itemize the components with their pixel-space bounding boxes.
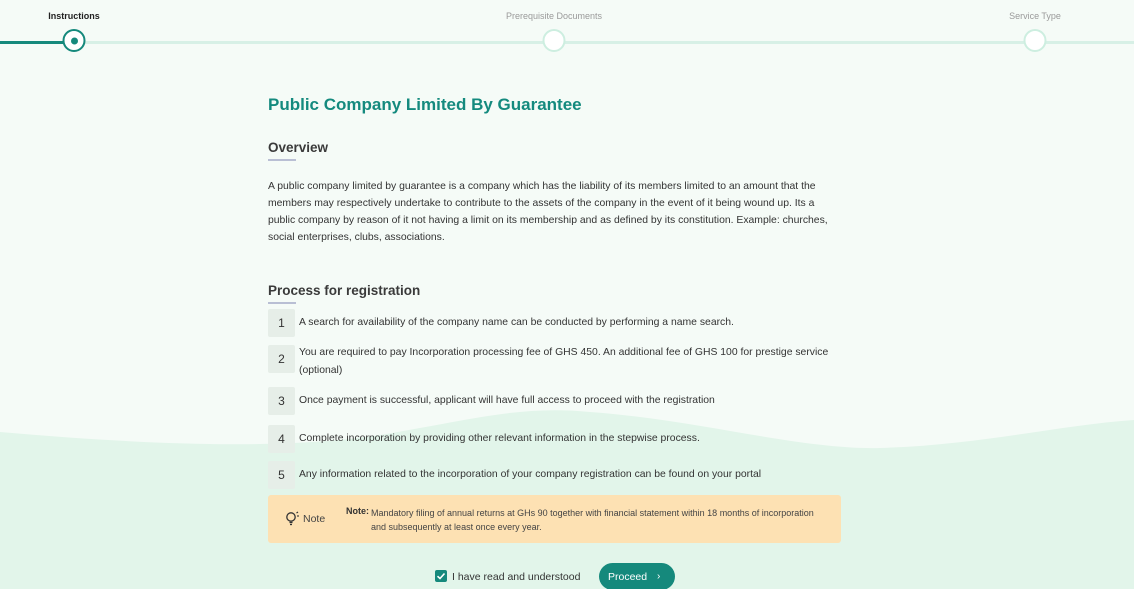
page-title: Public Company Limited By Guarantee (268, 95, 582, 114)
step-label-service-type: Service Type (1009, 11, 1061, 21)
agreement-checkbox[interactable] (435, 570, 447, 582)
note-box: Note Note: Mandatory filing of annual re… (268, 495, 841, 543)
note-label: Note (303, 513, 326, 525)
proceed-button-label: Proceed (608, 571, 648, 583)
process-step-1: 1 A search for availability of the compa… (268, 309, 842, 337)
step-number: 3 (268, 387, 295, 415)
process-step-2: 2 You are required to pay Incorporation … (268, 345, 842, 376)
process-step-3: 3 Once payment is successful, applicant … (268, 387, 842, 415)
step-number: 1 (268, 309, 295, 337)
lightbulb-icon (286, 511, 299, 526)
step-number: 5 (268, 461, 295, 489)
step-text: A search for availability of the company… (299, 317, 734, 328)
checkmark-icon (436, 572, 446, 580)
overview-underline (268, 159, 296, 161)
overview-text: A public company limited by guarantee is… (268, 181, 828, 243)
step-text: Once payment is successful, applicant wi… (299, 395, 715, 406)
step-service-type[interactable] (1023, 29, 1047, 52)
step-instructions[interactable] (62, 29, 86, 52)
process-heading: Process for registration (268, 283, 421, 298)
process-step-5: 5 Any information related to the incorpo… (268, 461, 842, 489)
step-label-instructions: Instructions (48, 11, 100, 21)
step-number: 4 (268, 425, 295, 453)
note-title: Note: (346, 506, 369, 516)
overview-heading: Overview (268, 140, 329, 155)
step-prerequisite-documents[interactable] (542, 29, 566, 52)
progress-stepper: Instructions Prerequisite Documents Serv… (0, 0, 1134, 60)
step-text: Complete incorporation by providing othe… (299, 433, 700, 444)
agreement-label[interactable]: I have read and understood (452, 571, 580, 583)
chevron-right-icon: › (657, 571, 661, 582)
step-text: Any information related to the incorpora… (299, 469, 762, 480)
stepper-track (0, 41, 1134, 44)
step-text: You are required to pay Incorporation pr… (299, 347, 829, 376)
active-step-dot (70, 37, 78, 44)
process-step-4: 4 Complete incorporation by providing ot… (268, 425, 842, 453)
process-underline (268, 302, 296, 304)
note-text: Mandatory filing of annual returns at GH… (371, 508, 814, 532)
step-number: 2 (268, 345, 295, 373)
proceed-button[interactable]: Proceed › (599, 563, 675, 589)
step-label-prerequisite-documents: Prerequisite Documents (505, 11, 603, 21)
